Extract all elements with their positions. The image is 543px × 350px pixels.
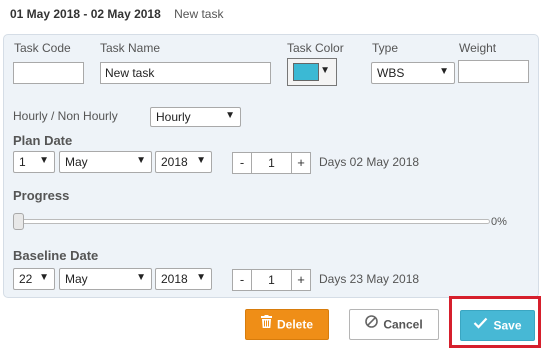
caret-down-icon: ▼ bbox=[439, 66, 449, 77]
plan-duration-input[interactable]: 1 bbox=[252, 152, 291, 174]
progress-slider-track[interactable] bbox=[14, 219, 490, 224]
hourly-selected-value: Hourly bbox=[156, 110, 191, 124]
delete-label: Delete bbox=[276, 317, 314, 332]
baseline-date-label: Baseline Date bbox=[13, 248, 99, 263]
check-icon bbox=[473, 311, 488, 340]
color-swatch bbox=[293, 63, 319, 81]
task-color-label: Task Color bbox=[287, 41, 344, 55]
caret-down-icon: ▼ bbox=[39, 155, 49, 166]
type-label: Type bbox=[372, 41, 399, 55]
delete-button[interactable]: Delete bbox=[245, 309, 329, 340]
baseline-month-select[interactable]: May ▼ bbox=[59, 268, 152, 290]
caret-down-icon: ▼ bbox=[136, 155, 146, 166]
caret-down-icon: ▼ bbox=[196, 272, 206, 283]
plan-day-select[interactable]: 1 ▼ bbox=[13, 151, 55, 173]
type-selected-value: WBS bbox=[377, 66, 405, 80]
baseline-duration-increment-button[interactable]: + bbox=[291, 269, 311, 291]
plan-duration-decrement-button[interactable]: - bbox=[232, 152, 252, 174]
task-code-input[interactable] bbox=[13, 62, 84, 84]
header-task-name: New task bbox=[174, 7, 224, 21]
baseline-day-value: 22 bbox=[19, 272, 33, 286]
cancel-label: Cancel bbox=[383, 317, 423, 332]
ban-icon bbox=[365, 310, 379, 339]
caret-down-icon: ▼ bbox=[196, 155, 206, 166]
trash-icon bbox=[260, 310, 272, 339]
progress-label: Progress bbox=[13, 188, 70, 203]
baseline-month-value: May bbox=[65, 272, 88, 286]
task-name-input[interactable]: New task bbox=[100, 62, 271, 84]
task-code-label: Task Code bbox=[14, 41, 71, 55]
plan-year-value: 2018 bbox=[161, 155, 188, 169]
plan-month-select[interactable]: May ▼ bbox=[59, 151, 152, 173]
plan-duration-increment-button[interactable]: + bbox=[291, 152, 311, 174]
hourly-select[interactable]: Hourly ▼ bbox=[150, 107, 241, 127]
date-range: 01 May 2018 - 02 May 2018 bbox=[10, 7, 161, 21]
task-color-picker[interactable]: ▼ bbox=[287, 58, 337, 86]
baseline-duration-decrement-button[interactable]: - bbox=[232, 269, 252, 291]
task-name-label: Task Name bbox=[100, 41, 161, 55]
caret-down-icon: ▼ bbox=[320, 65, 330, 76]
baseline-year-value: 2018 bbox=[161, 272, 188, 286]
progress-value: 0% bbox=[491, 216, 507, 228]
progress-slider-handle[interactable] bbox=[13, 213, 24, 230]
baseline-day-select[interactable]: 22 ▼ bbox=[13, 268, 55, 290]
plan-days-text: Days 02 May 2018 bbox=[319, 155, 420, 169]
hourly-label: Hourly / Non Hourly bbox=[13, 109, 118, 123]
baseline-days-text: Days 23 May 2018 bbox=[319, 272, 420, 286]
type-select[interactable]: WBS ▼ bbox=[371, 62, 455, 84]
caret-down-icon: ▼ bbox=[225, 110, 235, 121]
dialog-header: 01 May 2018 - 02 May 2018 New task bbox=[10, 7, 223, 21]
save-button[interactable]: Save bbox=[460, 310, 535, 341]
weight-input[interactable] bbox=[458, 60, 529, 83]
weight-label: Weight bbox=[459, 41, 497, 55]
plan-day-value: 1 bbox=[19, 155, 26, 169]
baseline-year-select[interactable]: 2018 ▼ bbox=[155, 268, 212, 290]
caret-down-icon: ▼ bbox=[136, 272, 146, 283]
plan-date-label: Plan Date bbox=[13, 133, 73, 148]
baseline-duration-input[interactable]: 1 bbox=[252, 269, 291, 291]
cancel-button[interactable]: Cancel bbox=[349, 309, 439, 340]
save-label: Save bbox=[493, 318, 522, 333]
plan-year-select[interactable]: 2018 ▼ bbox=[155, 151, 212, 173]
plan-month-value: May bbox=[65, 155, 88, 169]
caret-down-icon: ▼ bbox=[39, 272, 49, 283]
